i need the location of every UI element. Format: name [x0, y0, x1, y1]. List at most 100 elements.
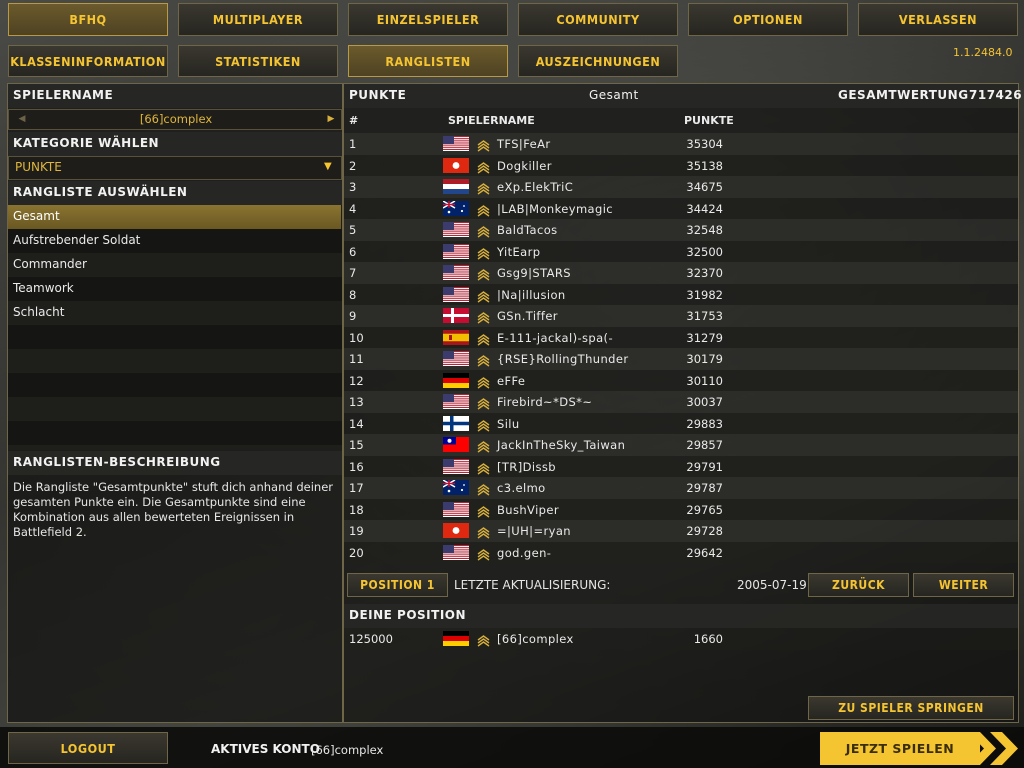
nav-einzelspieler[interactable]: EINZELSPIELER	[348, 3, 508, 36]
table-row[interactable]: 17 c3.elmo 29787	[344, 477, 1018, 499]
category-header: KATEGORIE WÄHLEN	[8, 132, 342, 156]
table-row[interactable]: 19 =|UH|=ryan 29728	[344, 520, 1018, 542]
account-value: [66]complex	[311, 743, 384, 757]
chevron-down-icon[interactable]: ▼	[324, 161, 332, 172]
row-player-name: eXp.ElekTriC	[497, 180, 574, 194]
table-row[interactable]: 3 eXp.ElekTriC 34675	[344, 176, 1018, 198]
table-row[interactable]: 8 |Na|illusion 31982	[344, 283, 1018, 305]
rank-chevron-icon	[477, 202, 490, 217]
play-now-button[interactable]: JETZT SPIELEN	[820, 732, 980, 765]
ranking-item-schlacht[interactable]: Schlacht	[8, 301, 341, 325]
table-row[interactable]: 9 GSn.Tiffer 31753	[344, 305, 1018, 327]
table-row[interactable]: 14 Silu 29883	[344, 412, 1018, 434]
row-rank: 19	[349, 524, 364, 538]
table-row[interactable]: 4 |LAB|Monkeymagic 34424	[344, 197, 1018, 219]
flag-us-icon	[443, 265, 469, 280]
table-header: # SPIELERNAME PUNKTE	[344, 111, 1018, 129]
nav-multiplayer[interactable]: MULTIPLAYER	[178, 3, 338, 36]
your-position-row: 125000 [66]complex 1660	[344, 628, 1018, 650]
rank-chevron-icon	[477, 223, 490, 238]
nav-optionen[interactable]: OPTIONEN	[688, 3, 848, 36]
last-update-value: 2005-07-19	[737, 578, 807, 592]
player-name-selector[interactable]: ◀ [66]complex ▶	[8, 109, 342, 130]
player-name-value: [66]complex	[139, 112, 213, 126]
table-row[interactable]: 12 eFFe 30110	[344, 369, 1018, 391]
row-player-name: c3.elmo	[497, 481, 546, 495]
rank-chevron-icon	[477, 395, 490, 410]
ranking-item-teamwork[interactable]: Teamwork	[8, 277, 341, 301]
row-points: 30037	[686, 395, 723, 409]
logout-button[interactable]: LOGOUT	[8, 732, 168, 764]
leaderboard-subtitle: Gesamt	[589, 88, 639, 102]
rank-chevron-icon	[477, 374, 490, 389]
row-rank: 16	[349, 459, 364, 474]
nav-verlassen[interactable]: VERLASSEN	[858, 3, 1018, 36]
rank-chevron-icon	[477, 245, 490, 260]
ranking-item-aufstrebender-soldat[interactable]: Aufstrebender Soldat	[8, 229, 341, 253]
arrow-right-icon[interactable]: ▶	[321, 112, 341, 127]
table-row[interactable]: 125000 [66]complex 1660	[344, 628, 1018, 650]
table-row[interactable]: 5 BaldTacos 32548	[344, 219, 1018, 241]
table-row[interactable]: 10 E-111-jackal)-spa(- 31279	[344, 326, 1018, 348]
your-position-header: DEINE POSITION	[344, 604, 1018, 628]
rank-chevron-icon	[477, 632, 490, 647]
row-player-name: Dogkiller	[497, 158, 552, 173]
row-points: 30110	[686, 373, 723, 388]
table-row[interactable]: 7 Gsg9|STARS 32370	[344, 262, 1018, 284]
back-button[interactable]: ZURÜCK	[808, 573, 909, 597]
nav-bfhq[interactable]: BFHQ	[8, 3, 168, 36]
left-panel: SPIELERNAME ◀ [66]complex ▶ KATEGORIE WÄ…	[7, 83, 343, 723]
tab-ranglisten[interactable]: RANGLISTEN	[348, 45, 508, 77]
table-row[interactable]: 15 JackInTheSky_Taiwan 29857	[344, 434, 1018, 456]
jump-to-player-button[interactable]: ZU SPIELER SPRINGEN	[808, 696, 1014, 720]
flag-de-icon	[443, 372, 469, 388]
total-label: GESAMTWERTUNG	[838, 88, 969, 102]
flag-tw-icon	[443, 437, 469, 452]
flag-us-icon	[443, 222, 469, 237]
arrow-left-icon[interactable]: ◀	[11, 112, 33, 127]
row-player-name: Firebird~*DS*~	[497, 395, 593, 409]
ranking-header: RANGLISTE AUSWÄHLEN	[8, 181, 342, 205]
tab-klasseninformation[interactable]: KLASSENINFORMATION	[8, 45, 168, 77]
tab-statistiken[interactable]: STATISTIKEN	[178, 45, 338, 77]
position-button[interactable]: POSITION 1	[347, 573, 448, 597]
flag-us-icon	[443, 394, 469, 409]
category-value: PUNKTE	[15, 160, 62, 174]
row-player-name: BaldTacos	[497, 223, 558, 237]
flag-au-icon	[443, 480, 469, 495]
row-player-name: [TR]Dissb	[497, 459, 556, 474]
tab-auszeichnungen[interactable]: AUSZEICHNUNGEN	[518, 45, 678, 77]
table-row[interactable]: 16 [TR]Dissb 29791	[344, 455, 1018, 477]
ranking-item-commander[interactable]: Commander	[8, 253, 341, 277]
flag-us-icon	[443, 501, 469, 517]
row-player-name: GSn.Tiffer	[497, 309, 558, 323]
row-rank: 6	[349, 244, 357, 259]
flag-hk-icon	[443, 157, 469, 173]
flag-us-icon	[443, 351, 469, 366]
table-row[interactable]: 13 Firebird~*DS*~ 30037	[344, 391, 1018, 413]
rank-chevron-icon	[477, 309, 490, 324]
row-rank: 5	[349, 223, 357, 237]
table-row[interactable]: 2 Dogkiller 35138	[344, 154, 1018, 176]
row-player-name: |LAB|Monkeymagic	[497, 201, 614, 216]
row-player-name: |Na|illusion	[497, 287, 566, 302]
play-arrows-icon[interactable]	[968, 732, 1022, 765]
rank-chevron-icon	[477, 331, 490, 346]
leaderboard-header: PUNKTE Gesamt GESAMTWERTUNG 717426	[344, 84, 1022, 108]
version-label: 1.1.2484.0	[953, 46, 1013, 59]
table-row[interactable]: 6 YitEarp 32500	[344, 240, 1018, 262]
table-row[interactable]: 1 TFS|FeAr 35304	[344, 133, 1018, 155]
table-row[interactable]: 18 BushViper 29765	[344, 498, 1018, 520]
next-button[interactable]: WEITER	[913, 573, 1014, 597]
nav-community[interactable]: COMMUNITY	[518, 3, 678, 36]
row-points: 35138	[686, 158, 723, 173]
table-row[interactable]: 11 {RSE}RollingThunder 30179	[344, 348, 1018, 370]
table-row[interactable]: 20 god.gen- 29642	[344, 541, 1018, 563]
category-dropdown[interactable]: PUNKTE ▼	[8, 156, 342, 180]
row-points: 29787	[686, 481, 723, 495]
ranking-item-gesamt[interactable]: Gesamt	[8, 205, 341, 229]
flag-dk-icon	[443, 308, 469, 323]
last-update-label: LETZTE AKTUALISIERUNG:	[454, 578, 611, 592]
row-rank: 1	[349, 137, 357, 151]
flag-us-icon	[443, 286, 469, 302]
